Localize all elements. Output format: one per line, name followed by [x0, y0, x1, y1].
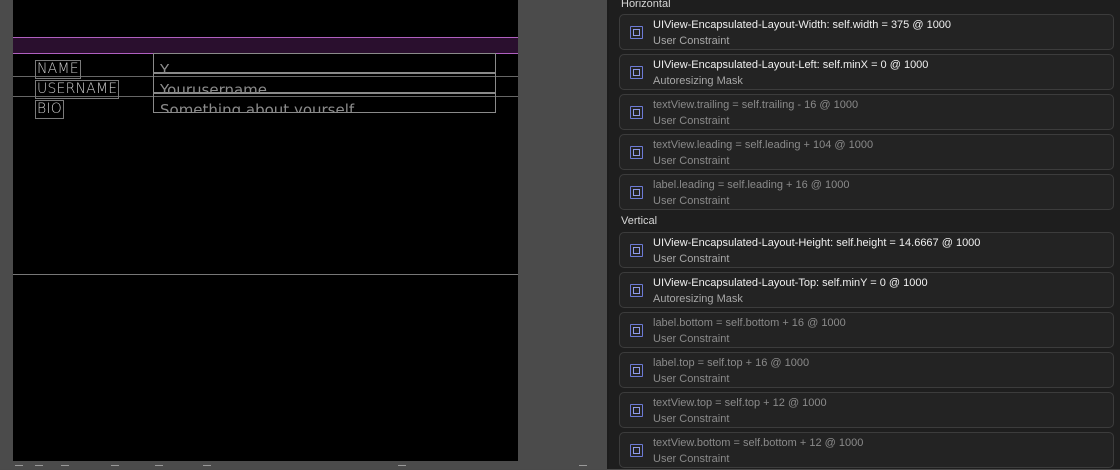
autoresizing-mask-icon [630, 284, 643, 297]
name-text-view[interactable]: Y [153, 53, 496, 73]
constraint-source: User Constraint [653, 373, 730, 385]
bio-label[interactable]: BIO [35, 100, 64, 119]
constraint-source: User Constraint [653, 453, 730, 465]
constraint-row-label-top[interactable]: label.top = self.top + 16 @ 1000 User Co… [619, 352, 1114, 388]
constraint-row-layout-height[interactable]: UIView-Encapsulated-Layout-Height: self.… [619, 232, 1114, 268]
constraint-row-textview-trailing[interactable]: textView.trailing = self.trailing - 16 @… [619, 94, 1114, 130]
constraint-row-label-bottom[interactable]: label.bottom = self.bottom + 16 @ 1000 U… [619, 312, 1114, 348]
username-text-view[interactable]: Yourusername [153, 73, 496, 93]
constraint-source: User Constraint [653, 413, 730, 425]
toolbar-icon[interactable] [15, 465, 23, 470]
constraint-title: label.top = self.top + 16 @ 1000 [653, 357, 810, 369]
constraint-title: label.bottom = self.bottom + 16 @ 1000 [653, 317, 846, 329]
constraint-title: UIView-Encapsulated-Layout-Left: self.mi… [653, 59, 929, 71]
horizontal-section-header: Horizontal [621, 0, 671, 10]
width-constraint-icon [630, 26, 643, 39]
constraint-source: User Constraint [653, 35, 730, 47]
constraint-title: UIView-Encapsulated-Layout-Top: self.min… [653, 277, 928, 289]
constraint-title: UIView-Encapsulated-Layout-Height: self.… [653, 237, 981, 249]
view-bottom-edge [13, 274, 518, 275]
constraint-source: Autoresizing Mask [653, 75, 743, 87]
constraint-source: Autoresizing Mask [653, 293, 743, 305]
username-text-value: Yourusername [160, 81, 268, 93]
constraint-row-textview-top[interactable]: textView.top = self.top + 12 @ 1000 User… [619, 392, 1114, 428]
constraint-row-layout-width[interactable]: UIView-Encapsulated-Layout-Width: self.w… [619, 14, 1114, 50]
constraint-row-label-leading[interactable]: label.leading = self.leading + 16 @ 1000… [619, 174, 1114, 210]
constraint-title: textView.leading = self.leading + 104 @ … [653, 139, 874, 151]
autoresizing-mask-icon [630, 66, 643, 79]
bottom-constraint-icon [630, 324, 643, 337]
view-debugger-canvas[interactable]: Y Yourusername Something about yourself … [0, 0, 607, 469]
constraint-source: User Constraint [653, 195, 730, 207]
constraint-source: User Constraint [653, 155, 730, 167]
constraint-source: User Constraint [653, 115, 730, 127]
constraint-row-layout-top[interactable]: UIView-Encapsulated-Layout-Top: self.min… [619, 272, 1114, 308]
constraint-title: textView.bottom = self.bottom + 12 @ 100… [653, 437, 864, 449]
leading-constraint-icon [630, 146, 643, 159]
username-label[interactable]: USERNAME [35, 80, 120, 99]
toolbar-icon[interactable] [203, 465, 211, 470]
constraint-row-textview-leading[interactable]: textView.leading = self.leading + 104 @ … [619, 134, 1114, 170]
toolbar-icon[interactable] [398, 465, 406, 470]
constraint-title: textView.top = self.top + 12 @ 1000 [653, 397, 827, 409]
constraints-inspector: Horizontal UIView-Encapsulated-Layout-Wi… [609, 0, 1120, 469]
toolbar-icon[interactable] [111, 465, 119, 470]
toolbar-icon[interactable] [61, 465, 69, 470]
toolbar-icon[interactable] [579, 465, 587, 470]
selected-view-highlight[interactable] [13, 37, 518, 54]
bio-text-view[interactable]: Something about yourself [153, 93, 496, 113]
constraint-title: label.leading = self.leading + 16 @ 1000 [653, 179, 850, 191]
constraint-row-textview-bottom[interactable]: textView.bottom = self.bottom + 12 @ 100… [619, 432, 1114, 468]
constraint-source: User Constraint [653, 333, 730, 345]
constraint-source: User Constraint [653, 253, 730, 265]
bottom-constraint-icon [630, 444, 643, 457]
constraint-title: UIView-Encapsulated-Layout-Width: self.w… [653, 19, 952, 31]
device-view[interactable]: Y Yourusername Something about yourself … [13, 0, 518, 461]
name-label[interactable]: NAME [35, 60, 81, 79]
height-constraint-icon [630, 244, 643, 257]
vertical-section-header: Vertical [621, 215, 658, 227]
name-text-value: Y [160, 61, 170, 73]
debug-toolbar[interactable] [13, 461, 603, 469]
top-constraint-icon [630, 404, 643, 417]
bio-text-value: Something about yourself [160, 101, 355, 113]
toolbar-icon[interactable] [155, 465, 163, 470]
leading-constraint-icon [630, 186, 643, 199]
trailing-constraint-icon [630, 106, 643, 119]
toolbar-icon[interactable] [35, 465, 43, 470]
constraint-row-layout-left[interactable]: UIView-Encapsulated-Layout-Left: self.mi… [619, 54, 1114, 90]
constraint-title: textView.trailing = self.trailing - 16 @… [653, 99, 859, 111]
top-constraint-icon [630, 364, 643, 377]
